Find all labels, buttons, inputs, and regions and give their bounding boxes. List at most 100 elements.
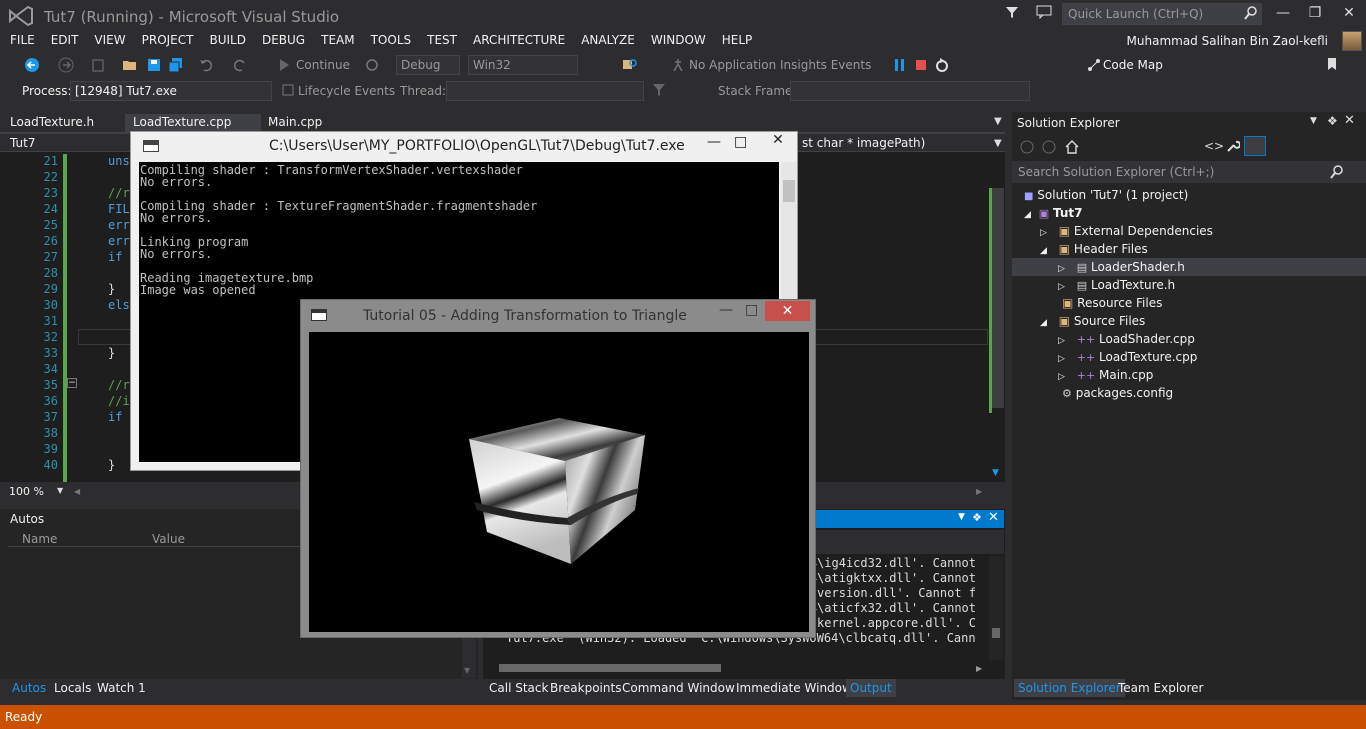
tab-call-stack[interactable]: Call Stack [489,681,548,695]
close-button[interactable]: ✕ [1334,2,1364,24]
output-menu-icon[interactable]: ▼ [958,512,965,522]
loadershader-h-node[interactable]: ▷ ▤ LoaderShader.h [1058,258,1185,276]
scroll-left-icon[interactable]: ◀ [74,487,80,496]
tab-output[interactable]: Output [846,679,896,697]
solution-config-select[interactable]: Debug [396,55,460,75]
console-minimize-button[interactable]: — [707,134,721,150]
tab-command-window[interactable]: Command Window [622,681,735,695]
notification-filter-icon[interactable] [1005,5,1021,21]
open-file-icon[interactable] [122,57,138,76]
output-pin-icon[interactable]: ❖ [972,511,982,524]
collapse-icon[interactable]: − [67,378,77,388]
stop-debugging-icon[interactable] [914,58,928,75]
code-map-button[interactable]: Code Map [1103,58,1163,72]
menu-architecture[interactable]: ARCHITECTURE [465,30,573,50]
scroll-down-icon[interactable]: ▼ [992,468,999,478]
filter-icon[interactable] [652,83,666,100]
app-insights-dropdown[interactable]: No Application Insights Events [689,58,871,72]
console-close-button[interactable]: ✕ [759,132,797,152]
loadtexture-cpp-node[interactable]: ▷ ++ LoadTexture.cpp [1058,348,1197,366]
minimize-button[interactable]: — [1268,2,1298,24]
lifecycle-icon[interactable] [282,84,294,99]
break-all-icon[interactable] [893,58,907,75]
member-scope-select[interactable]: st char * imagePath) [802,136,925,150]
continue-button[interactable]: Continue [296,58,350,72]
save-icon[interactable] [146,57,162,76]
se-close-icon[interactable]: ✕ [1344,113,1355,128]
output-h-scroll-thumb[interactable] [499,664,721,672]
autos-scroll-down-icon[interactable]: ▼ [464,666,470,675]
menu-project[interactable]: PROJECT [134,30,202,50]
gl-close-button[interactable]: ✕ [765,301,810,321]
tab-loadtexture-cpp[interactable]: LoadTexture.cpp −□ ✕ [125,114,261,143]
header-files-node[interactable]: ◢ ▣ Header Files [1040,240,1148,258]
feedback-icon[interactable] [1036,5,1054,21]
restart-icon[interactable] [364,57,380,76]
collapse-arrow-icon[interactable]: ◢ [1040,246,1047,256]
packages-config-node[interactable]: ⚙ packages.config [1062,384,1173,402]
restart-debugging-icon[interactable] [934,57,950,76]
menu-build[interactable]: BUILD [201,30,253,50]
expand-arrow-icon[interactable]: ▷ [1058,336,1065,346]
avatar[interactable] [1342,31,1362,51]
resource-files-node[interactable]: ▣ Resource Files [1062,294,1162,312]
process-select[interactable]: [12948] Tut7.exe [70,81,272,101]
quick-launch-input[interactable]: Quick Launch (Ctrl+Q) [1062,3,1262,25]
zoom-level[interactable]: 100 % [9,485,44,498]
expand-arrow-icon[interactable]: ▷ [1058,282,1065,292]
se-forward-icon[interactable] [1042,140,1056,157]
app-insights-icon[interactable] [670,57,686,76]
save-all-icon[interactable] [168,57,184,76]
se-code-icon[interactable]: <> [1204,139,1224,153]
se-back-icon[interactable] [1020,140,1034,157]
expand-arrow-icon[interactable]: ▷ [1058,372,1065,382]
menu-tools[interactable]: TOOLS [363,30,420,50]
collapse-arrow-icon[interactable]: ◢ [1040,318,1047,328]
tab-autos[interactable]: Autos [12,681,46,695]
project-node[interactable]: ◢ ▣ Tut7 [1024,204,1082,222]
gl-minimize-button[interactable]: — [719,302,733,318]
new-project-icon[interactable] [90,57,106,76]
maximize-button[interactable]: ❐ [1300,2,1330,24]
tab-immediate-window[interactable]: Immediate Window [736,681,852,695]
tab-loadtexture-h[interactable]: LoadTexture.h [2,114,102,132]
undo-icon[interactable] [198,57,214,76]
tab-overflow-icon[interactable]: ▼ [994,116,1002,127]
menu-help[interactable]: HELP [714,30,761,50]
tab-watch1[interactable]: Watch 1 [97,681,146,695]
se-preview-button[interactable] [1244,136,1266,156]
menu-analyze[interactable]: ANALYZE [573,30,643,50]
expand-arrow-icon[interactable]: ▷ [1040,228,1047,238]
user-name[interactable]: Muhammad Salihan Bin Zaol-kefli [1127,34,1328,48]
se-home-icon[interactable] [1064,139,1080,158]
project-scope-select[interactable]: Tut7 [10,136,35,150]
loadtexture-h-node[interactable]: ▷ ▤ LoadTexture.h [1058,276,1175,294]
gl-maximize-button[interactable]: □ [745,302,758,318]
collapse-arrow-icon[interactable]: ◢ [1024,210,1031,220]
solution-node[interactable]: ■ Solution 'Tut7' (1 project) [1024,186,1188,204]
autos-value-column[interactable]: Value [152,532,185,546]
expand-arrow-icon[interactable]: ▷ [1058,354,1065,364]
se-properties-icon[interactable] [1226,139,1241,156]
scroll-right-icon[interactable]: ▶ [976,487,982,496]
loadshader-cpp-node[interactable]: ▷ ++ LoadShader.cpp [1058,330,1195,348]
code-text[interactable]: uns //r FIL err err if} els} //r //i if} [108,153,130,473]
bookmark-icon[interactable] [1326,57,1338,74]
gl-window[interactable]: Tutorial 05 - Adding Transformation to T… [300,299,816,638]
menu-debug[interactable]: DEBUG [254,30,313,50]
menu-edit[interactable]: EDIT [43,30,87,50]
external-deps-node[interactable]: ▷ ▣ External Dependencies [1040,222,1213,240]
console-maximize-button[interactable]: □ [734,134,747,150]
menu-test[interactable]: TEST [419,30,465,50]
tab-breakpoints[interactable]: Breakpoints [550,681,621,695]
se-search-input[interactable]: Search Solution Explorer (Ctrl+;) [1018,165,1214,179]
output-scrollbar[interactable] [989,556,1003,660]
stack-frame-select[interactable] [790,81,1030,101]
editor-scrollbar[interactable] [989,152,1005,482]
continue-icon[interactable] [278,58,290,75]
gl-render-canvas[interactable] [309,332,809,632]
tab-solution-explorer[interactable]: Solution Explorer [1014,679,1125,697]
search-icon[interactable] [1244,6,1258,23]
lifecycle-events-dropdown[interactable]: Lifecycle Events [298,84,395,98]
autos-name-column[interactable]: Name [22,532,57,546]
